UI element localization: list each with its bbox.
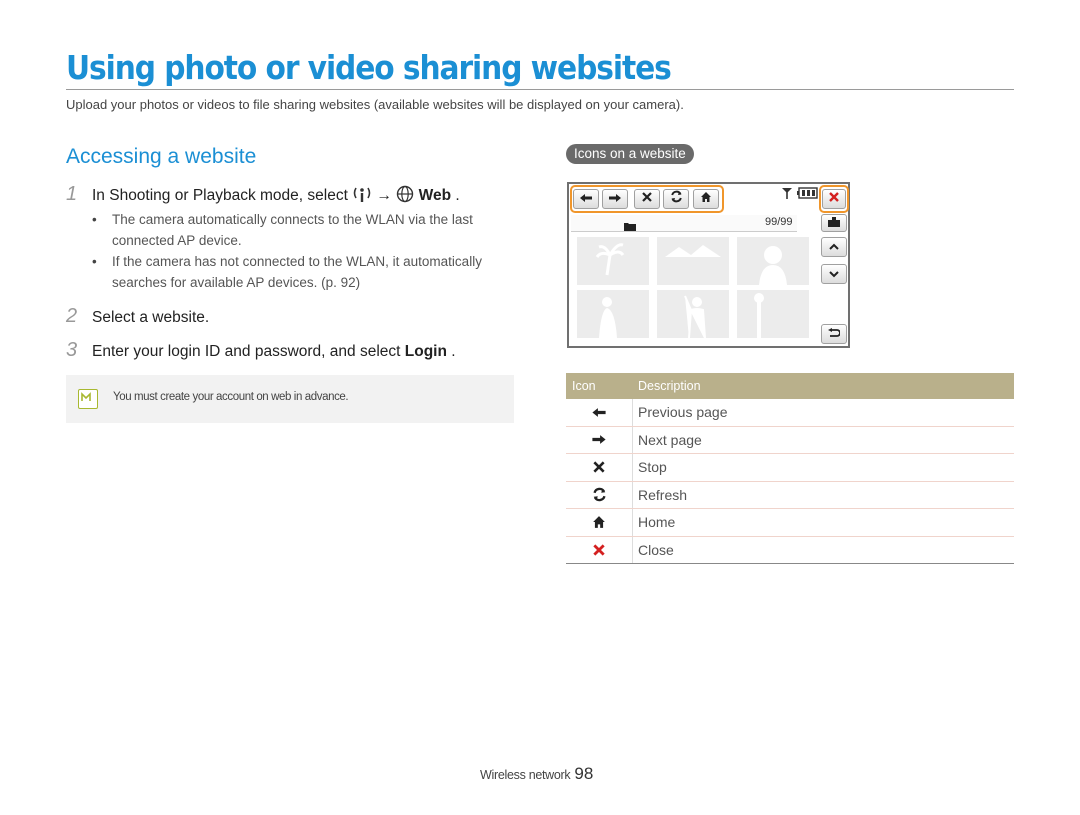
forward-button[interactable] xyxy=(602,189,628,209)
arrow-left-icon xyxy=(579,190,593,208)
arrow-left-icon xyxy=(566,399,632,425)
row-description: Refresh xyxy=(638,486,688,503)
table-row: Stop xyxy=(566,454,1014,482)
stop-icon xyxy=(641,190,653,208)
note-icon xyxy=(78,389,98,409)
step-number: 3 xyxy=(66,339,78,361)
page-number: 98 xyxy=(574,764,594,783)
home-icon xyxy=(566,509,632,535)
battery-icon xyxy=(797,186,819,203)
icon-table: Icon Description Previous page Next page… xyxy=(566,373,1014,564)
step-number: 1 xyxy=(66,183,78,205)
column-header-description: Description xyxy=(638,379,701,393)
step-2: 2 Select a website. xyxy=(66,305,209,328)
bullet-item: The camera automatically connects to the… xyxy=(92,209,522,251)
page-counter: 99/99 xyxy=(765,216,793,228)
row-description: Next page xyxy=(638,431,702,448)
back-button[interactable] xyxy=(573,189,599,209)
refresh-icon xyxy=(670,190,683,208)
close-button[interactable] xyxy=(822,189,846,209)
return-button[interactable] xyxy=(821,324,847,344)
table-row: Close xyxy=(566,536,1014,564)
table-row: Next page xyxy=(566,426,1014,454)
home-icon xyxy=(700,190,712,208)
step-1: 1 In Shooting or Playback mode, select → … xyxy=(66,183,460,208)
page-footer: Wireless network 98 xyxy=(480,764,593,784)
status-icons xyxy=(781,186,819,204)
note-box: You must create your account on web in a… xyxy=(66,375,514,423)
upload-icon xyxy=(828,214,840,232)
table-row: Previous page xyxy=(566,399,1014,427)
refresh-button[interactable] xyxy=(663,189,689,209)
figure-label: Icons on a website xyxy=(566,144,694,164)
folder-icon xyxy=(624,218,636,236)
close-icon xyxy=(566,537,632,563)
scroll-down-button[interactable] xyxy=(821,264,847,284)
web-label: Web xyxy=(418,187,452,204)
footer-section: Wireless network xyxy=(480,768,571,782)
row-description: Stop xyxy=(638,459,667,475)
refresh-icon xyxy=(566,482,632,508)
wireless-icon xyxy=(352,185,372,208)
thumbnail[interactable] xyxy=(737,237,809,285)
table-row: Refresh xyxy=(566,481,1014,509)
chevron-up-icon xyxy=(829,238,839,256)
title-divider xyxy=(66,89,1014,90)
login-label: Login xyxy=(404,343,447,360)
thumbnail[interactable] xyxy=(657,290,729,339)
bullet-item: If the camera has not connected to the W… xyxy=(92,251,522,293)
address-bar xyxy=(571,215,797,232)
intro-text: Upload your photos or videos to file sha… xyxy=(66,97,684,112)
thumbnail[interactable] xyxy=(577,290,649,338)
arrow-right-icon xyxy=(608,190,622,208)
arrow-right-icon xyxy=(566,427,632,453)
signal-icon xyxy=(781,186,793,203)
return-icon xyxy=(828,325,841,343)
arrow-text: → xyxy=(376,187,393,204)
step-text: In Shooting or Playback mode, select xyxy=(92,187,348,204)
note-text: You must create your account on web in a… xyxy=(113,391,349,403)
stop-button[interactable] xyxy=(634,189,660,209)
table-row: Home xyxy=(566,509,1014,537)
upload-button[interactable] xyxy=(821,214,847,232)
row-description: Previous page xyxy=(638,404,728,420)
step-3: 3 Enter your login ID and password, and s… xyxy=(66,339,456,361)
row-description: Close xyxy=(638,541,674,558)
home-button[interactable] xyxy=(693,189,719,209)
step-text: Select a website. xyxy=(92,309,210,326)
close-icon xyxy=(828,190,840,208)
stop-icon xyxy=(566,454,632,480)
row-description: Home xyxy=(638,514,676,530)
thumbnail[interactable] xyxy=(657,237,729,285)
section-title: Accessing a website xyxy=(66,145,257,168)
table-header: Icon Description xyxy=(566,373,1014,399)
camera-screen: 99/99 xyxy=(567,182,850,348)
page-title: Using photo or video sharing websites xyxy=(66,48,672,87)
chevron-down-icon xyxy=(829,265,839,283)
thumbnail[interactable] xyxy=(577,237,649,285)
thumbnail[interactable] xyxy=(737,290,809,338)
step-text: Enter your login ID and password, and se… xyxy=(92,343,405,360)
scroll-up-button[interactable] xyxy=(821,237,847,257)
web-globe-icon xyxy=(396,185,414,208)
column-header-icon: Icon xyxy=(572,379,596,393)
step-number: 2 xyxy=(66,305,78,327)
